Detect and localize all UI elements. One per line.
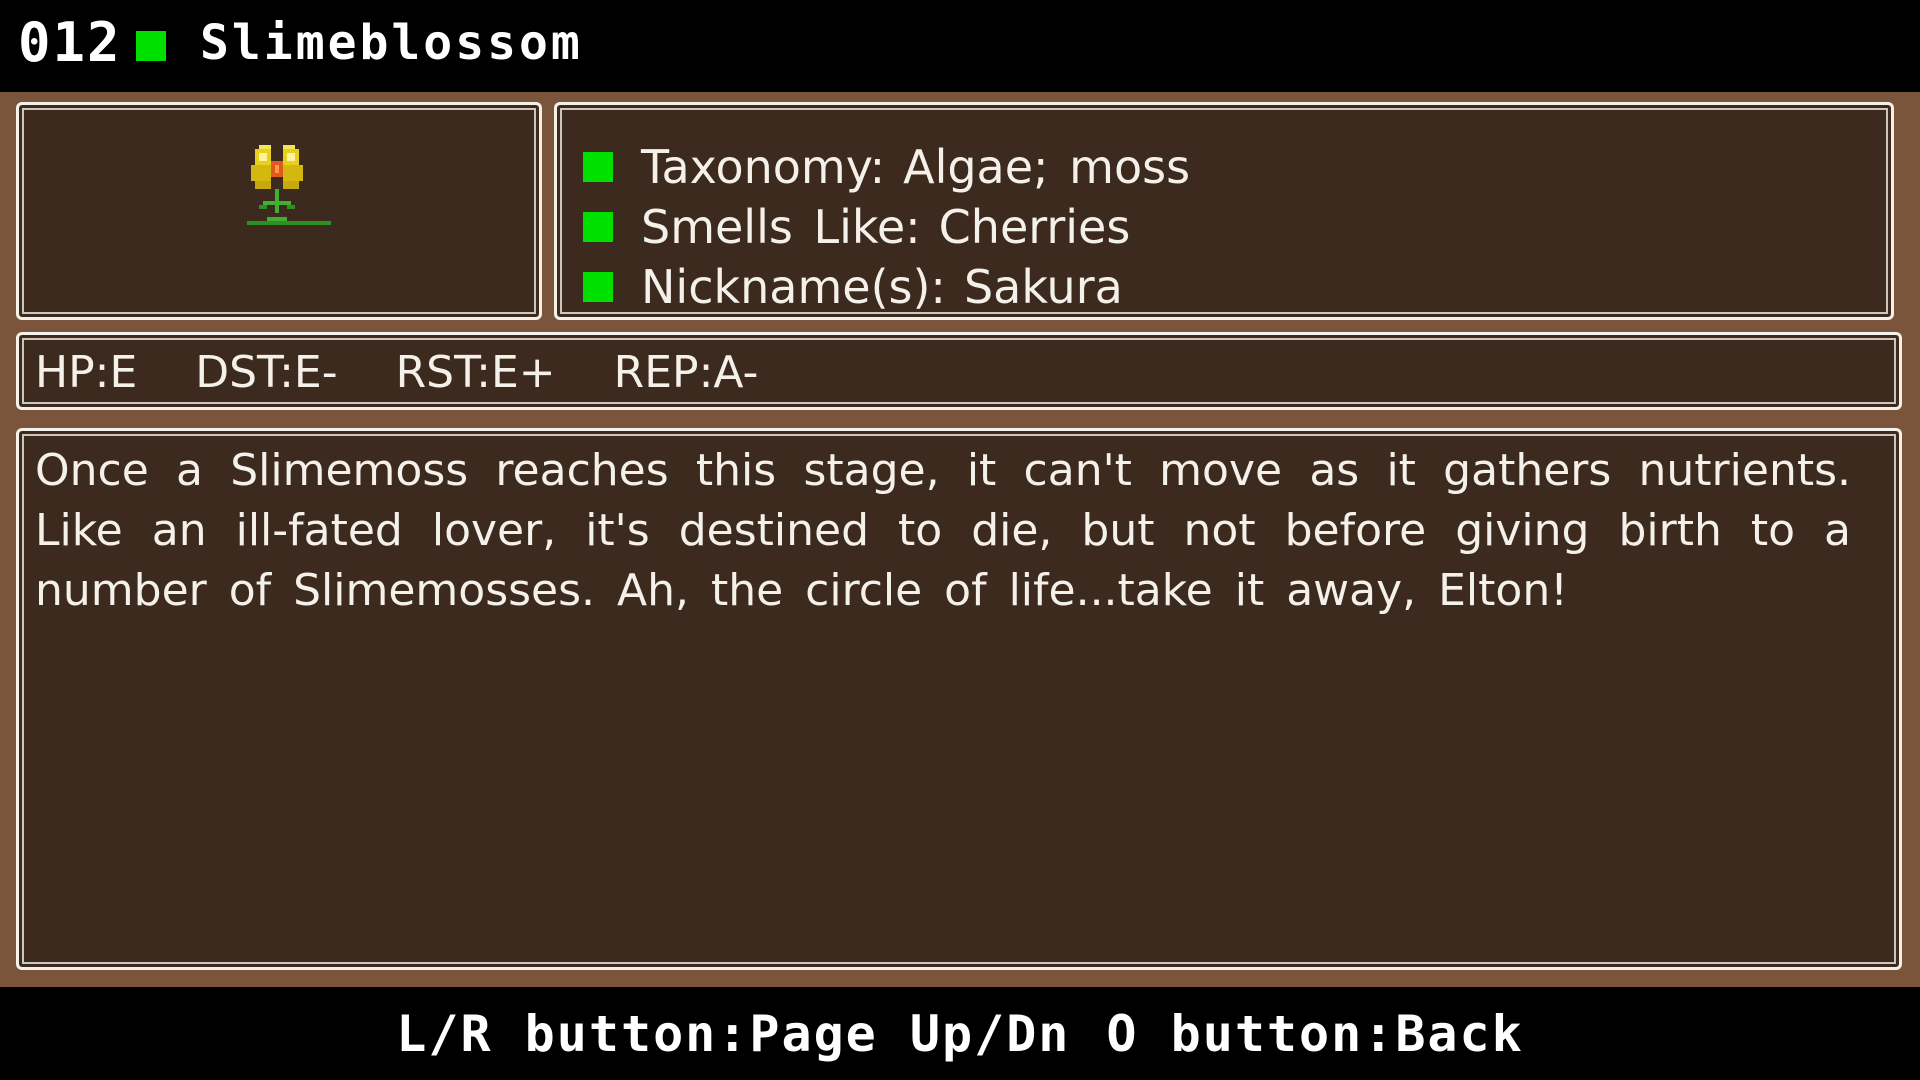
info-label: Smells Like: bbox=[641, 200, 921, 254]
info-label: Taxonomy: bbox=[641, 140, 886, 194]
content-frame: Taxonomy: Algae; moss Smells Like: Cherr… bbox=[0, 92, 1920, 987]
bestiary-screen: 012 Slimeblossom Taxonomy: Algae; moss S… bbox=[0, 0, 1920, 1080]
bullet-icon bbox=[583, 272, 613, 302]
stat-hp: HP:E bbox=[35, 347, 138, 398]
bullet-icon bbox=[583, 152, 613, 182]
info-value: Cherries bbox=[938, 200, 1131, 254]
title-bar: 012 Slimeblossom bbox=[0, 0, 1920, 92]
info-value: Algae; moss bbox=[903, 140, 1191, 194]
description-text: Once a Slimemoss reaches this stage, it … bbox=[35, 445, 1851, 616]
stat-dst: DST:E- bbox=[195, 347, 338, 398]
controls-bar: L/R button:Page Up/Dn O button:Back bbox=[0, 987, 1920, 1080]
info-panel: Taxonomy: Algae; moss Smells Like: Cherr… bbox=[554, 102, 1894, 320]
entry-number: 012 bbox=[18, 11, 122, 74]
back-control-hint: O button:Back bbox=[1106, 1004, 1524, 1063]
page-control-hint: L/R button:Page Up/Dn bbox=[396, 1004, 1071, 1063]
stat-rep: REP:A- bbox=[613, 347, 759, 398]
yellow-flower-icon bbox=[247, 145, 331, 225]
stat-rst: RST:E+ bbox=[395, 347, 556, 398]
title-marker-icon bbox=[136, 31, 166, 61]
stats-row: HP:E DST:E- RST:E+ REP:A- bbox=[35, 343, 816, 403]
info-row-nicknames: Nickname(s): Sakura bbox=[583, 257, 1123, 317]
stats-panel: HP:E DST:E- RST:E+ REP:A- bbox=[16, 332, 1902, 410]
description-panel[interactable]: Once a Slimemoss reaches this stage, it … bbox=[16, 428, 1902, 970]
bullet-icon bbox=[583, 212, 613, 242]
entry-name: Slimeblossom bbox=[200, 15, 583, 71]
info-value: Sakura bbox=[963, 260, 1123, 314]
info-label: Nickname(s): bbox=[641, 260, 946, 314]
info-row-smells-like: Smells Like: Cherries bbox=[583, 197, 1130, 257]
portrait-panel bbox=[16, 102, 542, 320]
info-row-taxonomy: Taxonomy: Algae; moss bbox=[583, 137, 1190, 197]
